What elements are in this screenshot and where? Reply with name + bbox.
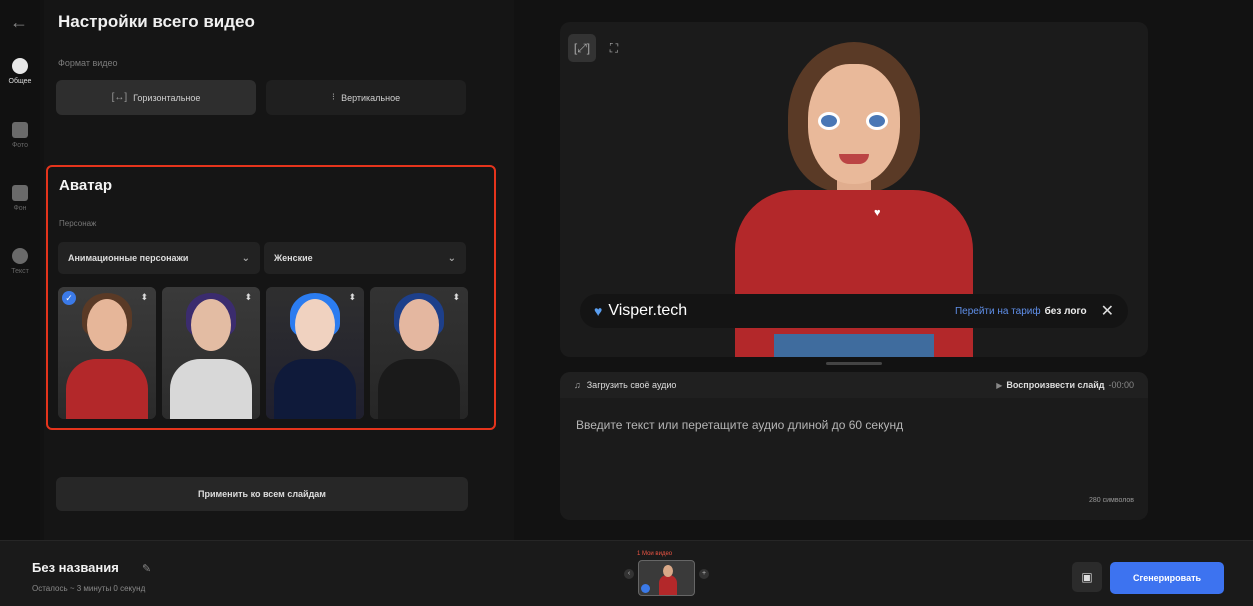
download-icon[interactable]: ⬍ bbox=[452, 293, 460, 302]
avatar-card[interactable]: ⬍ bbox=[162, 287, 260, 419]
script-text-input[interactable]: Введите текст или перетащите аудио длино… bbox=[576, 418, 903, 432]
rail-item-background[interactable]: Фон bbox=[0, 185, 40, 212]
rail-item-general[interactable]: Общее bbox=[0, 58, 40, 85]
apply-to-all-button[interactable]: Применить ко всем слайдам bbox=[56, 477, 468, 511]
gender-select[interactable]: Женские ⌄ bbox=[264, 242, 466, 274]
fit-frame-icon[interactable]: [⤢] bbox=[568, 34, 596, 62]
video-preview: [⤢] ⛶ ♥ ♥ Visper.tech Перейти на тариф б… bbox=[560, 22, 1148, 357]
download-icon[interactable]: ⬍ bbox=[140, 293, 148, 302]
gender-value: Женские bbox=[274, 253, 313, 263]
format-vertical-button[interactable]: ⁝ Вертикальное bbox=[266, 80, 466, 115]
pencil-icon[interactable]: ✎ bbox=[142, 562, 151, 575]
chevron-left-icon[interactable]: ‹ bbox=[624, 569, 634, 579]
generate-button[interactable]: Сгенерировать bbox=[1110, 562, 1224, 594]
rail-label-photo: Фото bbox=[11, 142, 29, 149]
format-horizontal-button[interactable]: [↔] Горизонтальное bbox=[56, 80, 256, 115]
image-icon bbox=[12, 122, 28, 138]
resize-handle[interactable] bbox=[826, 362, 882, 365]
timeline-label: 1 Мои видео bbox=[637, 551, 673, 557]
close-icon[interactable]: ✕ bbox=[1101, 301, 1114, 321]
play-slide-button[interactable]: Воспроизвести слайд bbox=[1006, 380, 1104, 390]
avatar-preview-body bbox=[735, 190, 973, 357]
avatar-card[interactable]: ⬍ bbox=[370, 287, 468, 419]
avatar-section: Аватар Персонаж Анимационные персонажи ⌄… bbox=[46, 165, 496, 430]
avatar-card[interactable]: ⬍ bbox=[266, 287, 364, 419]
no-logo-text: без лого bbox=[1044, 305, 1087, 317]
character-type-select[interactable]: Анимационные персонажи ⌄ bbox=[58, 242, 260, 274]
upload-audio-button[interactable]: Загрузить своё аудио bbox=[587, 380, 677, 390]
format-horizontal-label: Горизонтальное bbox=[133, 92, 201, 103]
chevron-down-icon: ⌄ bbox=[447, 252, 456, 264]
rail-label-general: Общее bbox=[8, 78, 32, 85]
character-label: Персонаж bbox=[59, 219, 97, 228]
brand-logo-icon: ♥ bbox=[594, 303, 603, 319]
music-note-icon: ♫ bbox=[574, 380, 581, 390]
heart-icon: ♥ bbox=[874, 207, 881, 219]
slide-duration: -00:00 bbox=[1108, 380, 1134, 390]
vertical-frame-icon: ⁝ bbox=[331, 92, 336, 103]
character-type-value: Анимационные персонажи bbox=[68, 253, 189, 263]
download-icon[interactable]: ⬍ bbox=[244, 293, 252, 302]
character-count: 280 символов bbox=[1088, 497, 1134, 504]
rail-item-photo[interactable]: Фото bbox=[0, 122, 40, 149]
slide-indicator-icon bbox=[641, 584, 650, 593]
project-title[interactable]: Без названия bbox=[32, 560, 119, 575]
add-slide-icon[interactable]: + bbox=[699, 569, 709, 579]
format-vertical-label: Вертикальное bbox=[341, 92, 401, 103]
upgrade-plan-link[interactable]: Перейти на тариф bbox=[955, 306, 1041, 317]
rail-label-background: Фон bbox=[13, 205, 27, 212]
back-arrow-icon[interactable]: ← bbox=[10, 12, 28, 33]
brand-name: Visper.tech bbox=[608, 302, 688, 319]
rail-item-text[interactable]: Текст bbox=[0, 248, 40, 275]
avatar-title: Аватар bbox=[59, 177, 113, 194]
script-panel: ♫ Загрузить своё аудио ▶ Воспроизвести с… bbox=[560, 372, 1148, 520]
settings-icon bbox=[12, 58, 28, 74]
download-icon[interactable]: ⬍ bbox=[348, 293, 356, 302]
save-icon: ▣ bbox=[1081, 570, 1093, 584]
remaining-time: Осталось ~ 3 минуты 0 секунд bbox=[32, 584, 146, 593]
avatar-card[interactable]: ✓ ⬍ bbox=[58, 287, 156, 419]
page-title: Настройки всего видео bbox=[58, 12, 255, 31]
text-icon bbox=[12, 248, 28, 264]
rail-label-text: Текст bbox=[11, 268, 29, 275]
format-label: Формат видео bbox=[58, 58, 118, 68]
avatar-cards: ✓ ⬍ ⬍ ⬍ ⬍ bbox=[58, 287, 470, 419]
left-rail: ← Общее Фото Фон Текст bbox=[0, 0, 40, 540]
chevron-down-icon: ⌄ bbox=[241, 252, 250, 264]
fullscreen-icon[interactable]: ⛶ bbox=[600, 34, 628, 62]
selected-check-icon: ✓ bbox=[62, 291, 76, 305]
bottom-bar: Без названия ✎ Осталось ~ 3 минуты 0 сек… bbox=[0, 540, 1253, 606]
save-button[interactable]: ▣ bbox=[1072, 562, 1102, 592]
watermark-bar: ♥ Visper.tech Перейти на тариф без лого … bbox=[580, 294, 1128, 328]
play-icon: ▶ bbox=[996, 380, 1003, 390]
settings-panel: Настройки всего видео Формат видео [↔] Г… bbox=[44, 0, 514, 540]
horizontal-frame-icon: [↔] bbox=[111, 92, 128, 103]
slide-thumbnail[interactable] bbox=[638, 560, 695, 596]
script-toolbar: ♫ Загрузить своё аудио ▶ Воспроизвести с… bbox=[560, 372, 1148, 398]
background-icon bbox=[12, 185, 28, 201]
